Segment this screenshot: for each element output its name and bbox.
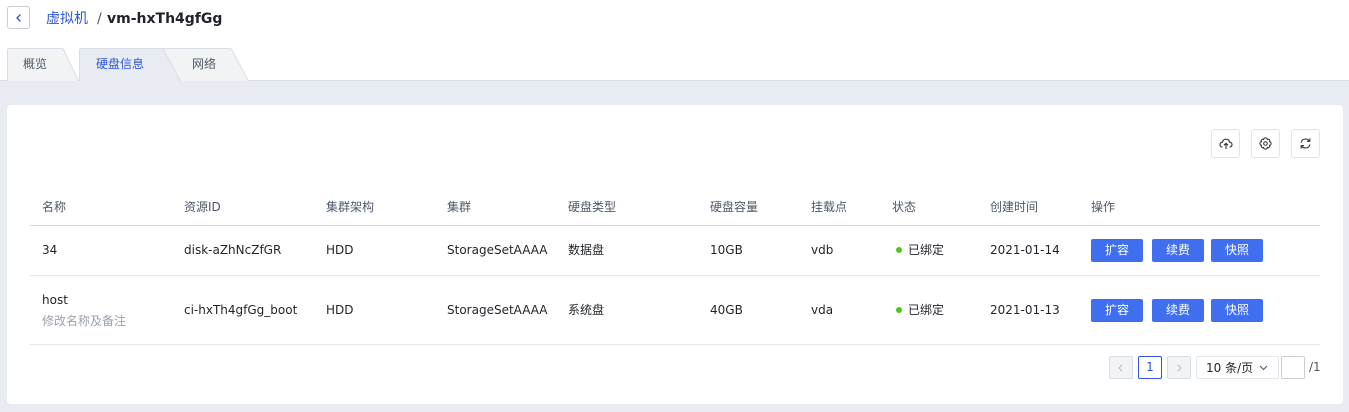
page-size-select[interactable]: 10 条/页 [1196,356,1279,379]
next-page-button[interactable] [1167,356,1191,379]
column-header-disk-type: 硬盘类型 [568,200,617,214]
edit-name-note-link[interactable]: 修改名称及备注 [42,314,126,329]
tab-bar: 概览 网络 硬盘信息 [0,48,1349,81]
refresh-button[interactable] [1291,129,1320,158]
disk-table-card: 名称 资源ID 集群架构 集群 硬盘类型 硬盘容量 挂载点 状态 创建时间 操作… [7,105,1343,404]
gear-icon [1259,137,1272,150]
back-button[interactable] [7,6,30,29]
status-badge: 已绑定 [896,243,944,258]
refresh-icon [1300,138,1311,149]
cell-capacity: 10GB [710,243,743,257]
prev-page-button[interactable] [1109,356,1133,379]
renew-button[interactable]: 续费 [1152,299,1204,322]
page-total: /1 [1309,360,1321,374]
tab-label: 概览 [23,57,48,71]
cell-resource-id: ci-hxTh4gfGg_boot [184,303,298,317]
cell-cluster: StorageSetAAAA [447,243,548,257]
chevron-left-icon [1118,364,1123,371]
cell-name: 34 [42,243,58,257]
status-dot-icon [896,307,902,313]
expand-button[interactable]: 扩容 [1091,299,1143,322]
cell-resource-id: disk-aZhNcZfGR [184,243,282,257]
cell-disk-type: 系统盘 [568,303,605,317]
settings-button[interactable] [1251,129,1280,158]
cell-created: 2021-01-14 [990,243,1060,257]
tab-overview[interactable]: 概览 [7,48,79,81]
table-header: 名称 资源ID 集群架构 集群 硬盘类型 硬盘容量 挂载点 状态 创建时间 操作 [30,188,1320,226]
upload-button[interactable] [1211,129,1240,158]
tab-disk-info[interactable]: 硬盘信息 [79,48,181,81]
snapshot-button[interactable]: 快照 [1211,299,1263,322]
column-header-arch: 集群架构 [326,200,375,214]
column-header-name: 名称 [42,200,67,214]
cell-capacity: 40GB [710,303,743,317]
column-header-created: 创建时间 [990,200,1039,214]
chevron-left-icon [15,13,21,22]
column-header-resource-id: 资源ID [184,200,221,214]
cell-mount: vda [811,303,834,317]
page-header: 虚拟机 / vm-hxTh4gfGg [0,0,1349,48]
breadcrumb-parent-link[interactable]: 虚拟机 [46,10,88,28]
snapshot-button[interactable]: 快照 [1211,239,1263,262]
page-jump-input[interactable] [1281,356,1305,379]
tab-label: 网络 [192,57,217,71]
breadcrumb-separator: / [97,11,102,27]
status-label: 已绑定 [908,303,945,317]
column-header-capacity: 硬盘容量 [710,200,759,214]
cell-mount: vdb [811,243,834,257]
column-header-cluster: 集群 [447,200,472,214]
expand-button[interactable]: 扩容 [1091,239,1143,262]
status-badge: 已绑定 [896,303,944,318]
cell-name: host [42,293,68,307]
page-number-current[interactable]: 1 [1138,356,1162,379]
cell-arch: HDD [326,243,354,257]
renew-button[interactable]: 续费 [1152,239,1204,262]
cloud-upload-icon [1218,138,1233,149]
table-row: 34 disk-aZhNcZfGR HDD StorageSetAAAA 数据盘… [30,226,1320,276]
page-size-value: 10 条/页 [1206,361,1254,375]
chevron-right-icon [1177,364,1182,371]
content-area: 名称 资源ID 集群架构 集群 硬盘类型 硬盘容量 挂载点 状态 创建时间 操作… [0,81,1349,412]
chevron-down-icon [1259,365,1268,371]
page-title: vm-hxTh4gfGg [107,11,223,27]
column-header-mount: 挂载点 [811,200,848,214]
cell-arch: HDD [326,303,354,317]
cell-cluster: StorageSetAAAA [447,303,548,317]
column-header-actions: 操作 [1091,200,1116,214]
tab-label: 硬盘信息 [96,57,145,71]
cell-created: 2021-01-13 [990,303,1060,317]
status-dot-icon [896,247,902,253]
cell-disk-type: 数据盘 [568,243,605,257]
status-label: 已绑定 [908,243,945,257]
table-row: host 修改名称及备注 ci-hxTh4gfGg_boot HDD Stora… [30,276,1320,345]
column-header-status: 状态 [892,200,917,214]
